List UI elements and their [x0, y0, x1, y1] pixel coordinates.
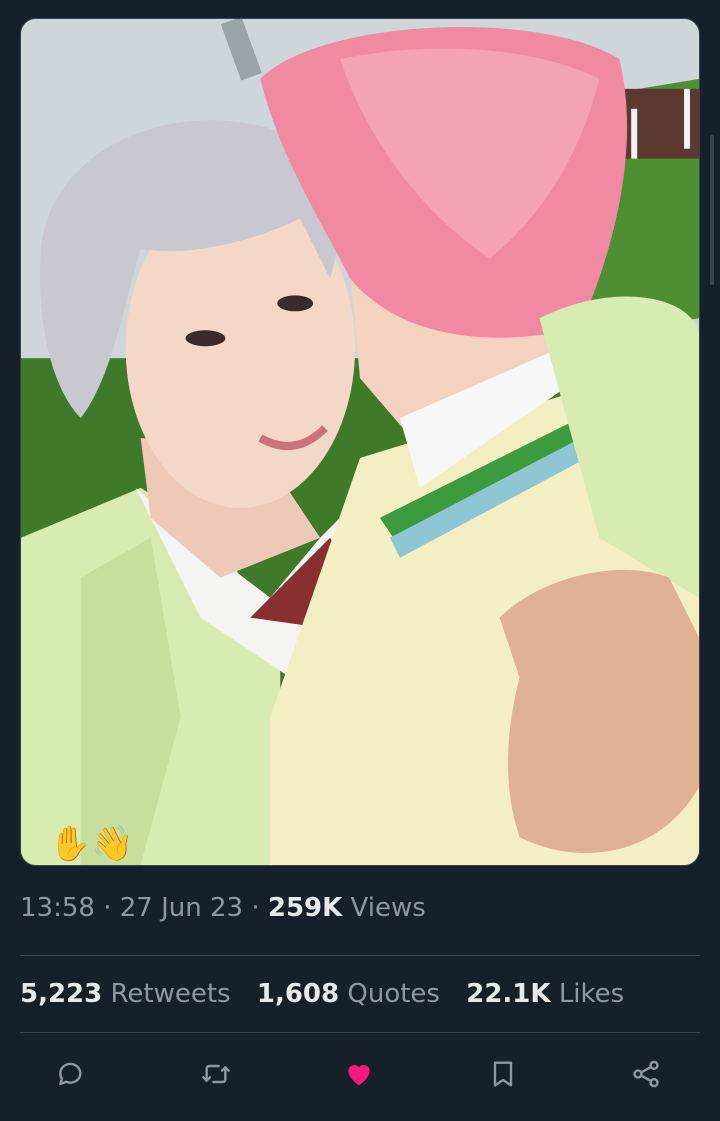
quotes-count: 1,608	[256, 979, 340, 1009]
quotes-stat[interactable]: 1,608 Quotes	[257, 979, 440, 1009]
bookmark-icon	[493, 1061, 513, 1087]
share-icon	[633, 1060, 659, 1088]
tweet-meta: 13:58 · 27 Jun 23 · 259K Views	[20, 893, 426, 923]
likes-stat[interactable]: 22.1K Likes	[466, 979, 624, 1009]
like-button[interactable]	[341, 1056, 377, 1092]
share-button[interactable]	[628, 1056, 664, 1092]
meta-separator: ·	[243, 893, 268, 923]
retweet-button[interactable]	[198, 1056, 234, 1092]
scrollbar[interactable]	[710, 135, 714, 285]
retweets-label: Retweets	[110, 979, 231, 1009]
photo-illustration	[21, 19, 699, 865]
tweet-date[interactable]: 27 Jun 23	[120, 893, 243, 923]
tweet-photo[interactable]: ✋👋	[20, 18, 700, 866]
retweets-stat[interactable]: 5,223 Retweets	[20, 979, 231, 1009]
tweet-stats: 5,223 Retweets 1,608 Quotes 22.1K Likes	[20, 979, 642, 1009]
reply-button[interactable]	[53, 1056, 89, 1092]
reply-icon	[59, 1062, 82, 1086]
heart-icon	[348, 1065, 370, 1086]
divider	[20, 1032, 700, 1033]
views-count: 259K	[267, 893, 343, 923]
retweet-icon	[202, 1064, 230, 1084]
retweets-count: 5,223	[20, 979, 103, 1009]
bookmark-button[interactable]	[485, 1056, 521, 1092]
waving-hands-emoji: ✋👋	[49, 824, 134, 864]
likes-label: Likes	[558, 979, 625, 1009]
likes-count: 22.1K	[466, 979, 551, 1009]
views-label: Views	[350, 893, 426, 923]
tweet-actions	[0, 1052, 720, 1096]
divider	[20, 955, 700, 956]
meta-separator: ·	[94, 893, 120, 923]
tweet-time[interactable]: 13:58	[20, 893, 95, 923]
quotes-label: Quotes	[347, 979, 440, 1009]
